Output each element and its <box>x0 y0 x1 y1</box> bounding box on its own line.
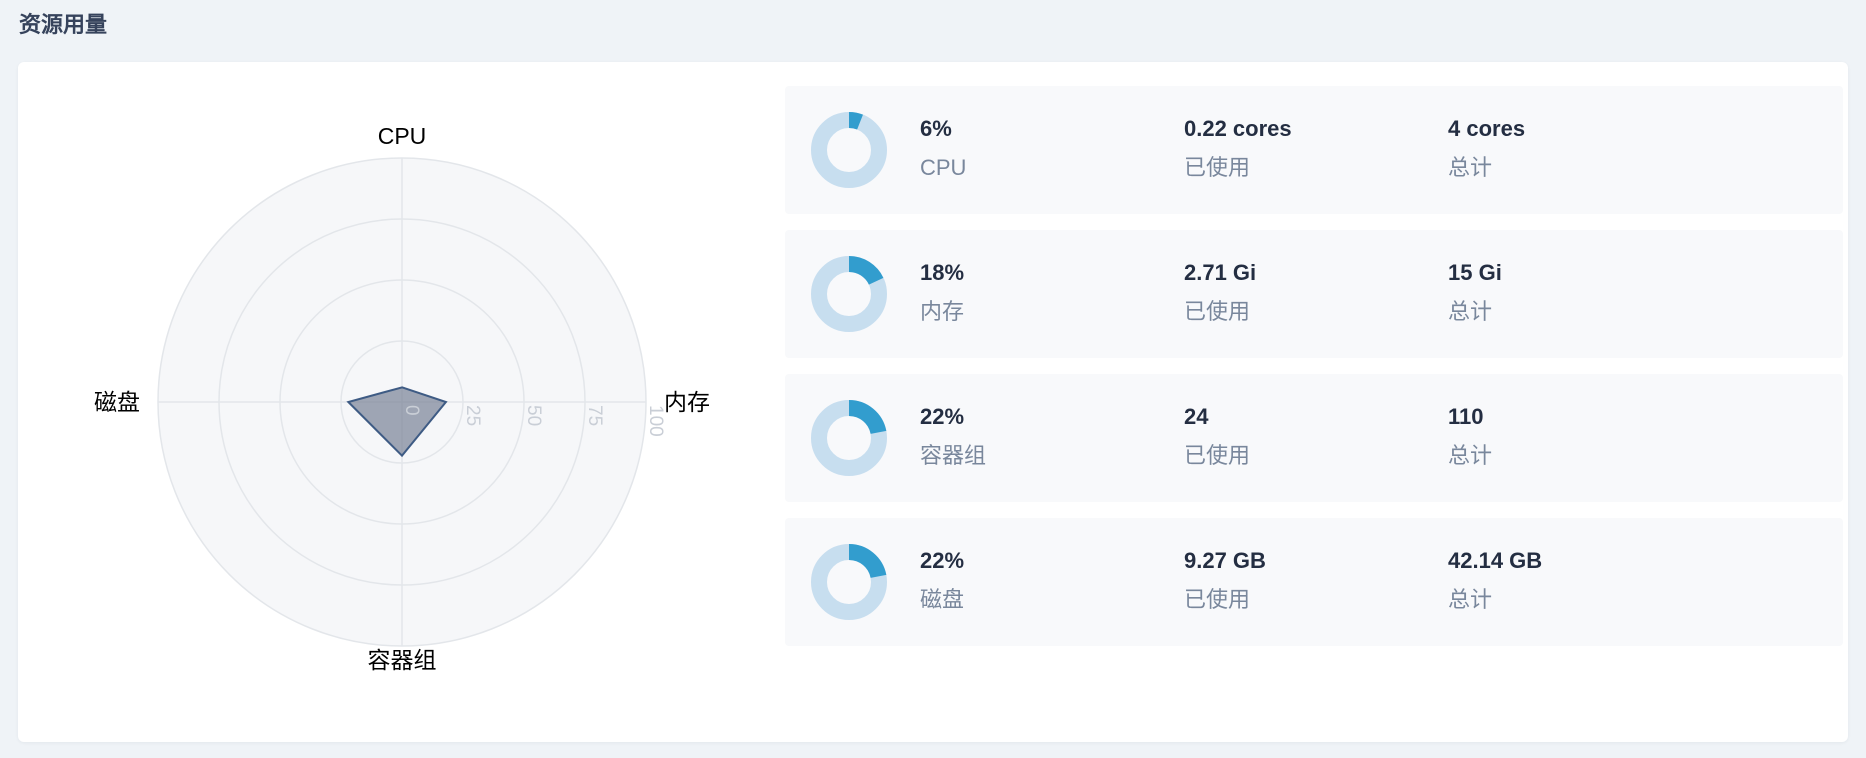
total-label: 总计 <box>1448 299 1493 324</box>
donut-usage-arc <box>848 256 884 286</box>
pods-usage-donut-icon <box>811 400 887 476</box>
resource-row-cpu: 6% CPU 0.22 cores 已使用 4 cores 总计 <box>785 86 1843 214</box>
used-label: 已使用 <box>1184 587 1251 612</box>
resource-row-disk: 22% 磁盘 9.27 GB 已使用 42.14 GB 总计 <box>785 518 1843 646</box>
resource-radar-chart: CPU 内存容器组 磁盘 0 25 50 75 100 <box>94 123 710 673</box>
resource-name: 内存 <box>920 299 965 324</box>
total-label: 总计 <box>1448 587 1493 612</box>
percent-column: 6% CPU <box>920 114 966 183</box>
radar-tick-label: 0 <box>401 405 422 416</box>
resource-name: 容器组 <box>920 443 987 468</box>
percent-column: 22% 磁盘 <box>920 546 964 615</box>
used-value: 24 <box>1184 404 1209 429</box>
usage-percent: 22% <box>920 404 965 429</box>
total-value: 42.14 GB <box>1448 548 1543 573</box>
used-value: 0.22 cores <box>1184 116 1292 141</box>
resource-list: 6% CPU 0.22 cores 已使用 4 cores 总计 18% 内存 … <box>785 86 1843 662</box>
radar-tick-label: 75 <box>584 405 605 426</box>
resource-row-memory: 18% 内存 2.71 Gi 已使用 15 Gi 总计 <box>785 230 1843 358</box>
used-value: 9.27 GB <box>1184 548 1266 573</box>
section-title: 资源用量 <box>19 12 108 37</box>
total-label: 总计 <box>1448 155 1493 180</box>
radar-axis-label: 磁盘 <box>94 389 140 415</box>
radar-tick-label: 25 <box>462 405 483 426</box>
donut-usage-arc <box>848 112 863 130</box>
used-column: 24 已使用 <box>1184 402 1250 471</box>
radar-tick-label: 50 <box>523 405 544 426</box>
used-label: 已使用 <box>1184 155 1251 180</box>
used-column: 9.27 GB 已使用 <box>1184 546 1266 615</box>
resource-usage-card: CPU 内存 容器组 磁盘 0 25 50 75 100 6% CPU 0.22 cores 已… <box>18 62 1848 742</box>
radar-tick-label: 100 <box>645 405 666 437</box>
total-column: 4 cores 总计 <box>1448 114 1525 183</box>
usage-percent: 18% <box>920 260 965 285</box>
total-column: 42.14 GB 总计 <box>1448 546 1542 615</box>
donut-usage-arc <box>848 544 887 579</box>
total-column: 15 Gi 总计 <box>1448 258 1502 327</box>
disk-usage-donut-icon <box>811 544 887 620</box>
cpu-usage-donut-icon <box>811 112 887 188</box>
total-value: 15 Gi <box>1448 260 1502 285</box>
memory-usage-donut-icon <box>811 256 887 332</box>
used-value: 2.71 Gi <box>1184 260 1257 285</box>
radar-axis-label: CPU <box>378 123 427 149</box>
usage-percent: 6% <box>920 116 952 141</box>
used-label: 已使用 <box>1184 299 1251 324</box>
used-column: 2.71 Gi 已使用 <box>1184 258 1256 327</box>
radar-axis-label: 容器组 <box>368 647 437 673</box>
resource-name: 磁盘 <box>920 587 965 612</box>
usage-percent: 22% <box>920 548 965 573</box>
used-column: 0.22 cores 已使用 <box>1184 114 1292 183</box>
radar-axis-label: 内存 <box>664 389 710 415</box>
total-label: 总计 <box>1448 443 1493 468</box>
donut-usage-arc <box>848 400 887 435</box>
resource-row-pods: 22% 容器组 24 已使用 110 总计 <box>785 374 1843 502</box>
total-column: 110 总计 <box>1448 402 1492 471</box>
donut-track <box>811 112 887 188</box>
resource-name: CPU <box>920 155 967 180</box>
percent-column: 18% 内存 <box>920 258 964 327</box>
total-value: 4 cores <box>1448 116 1526 141</box>
total-value: 110 <box>1448 404 1484 429</box>
percent-column: 22% 容器组 <box>920 402 986 471</box>
used-label: 已使用 <box>1184 443 1251 468</box>
